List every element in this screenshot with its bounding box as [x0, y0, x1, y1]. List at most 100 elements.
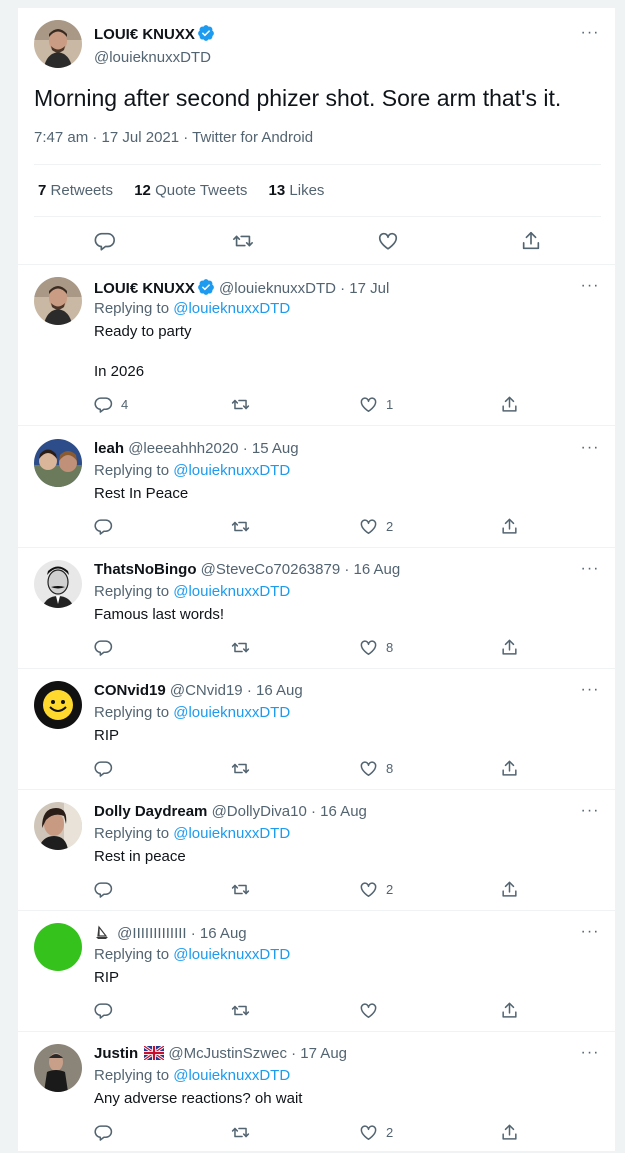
replying-handle-link[interactable]: @louieknuxxDTD — [173, 300, 290, 317]
retweet-button[interactable] — [231, 515, 250, 537]
display-name[interactable]: LOUI€ KNUXX — [94, 280, 195, 297]
like-button[interactable] — [359, 999, 386, 1021]
display-name[interactable]: leah — [94, 440, 124, 457]
handle[interactable]: @IIIIIIIIIIIII — [117, 925, 186, 942]
replying-handle-link[interactable]: @louieknuxxDTD — [173, 462, 290, 479]
retweet-button[interactable] — [231, 393, 250, 415]
handle[interactable]: @DollyDiva10 — [212, 803, 307, 820]
share-button[interactable] — [500, 878, 519, 900]
handle[interactable]: @SteveCo70263879 — [201, 561, 341, 578]
handle[interactable]: @louieknuxxDTD — [94, 49, 215, 66]
handle[interactable]: @leeeahhh2020 — [128, 440, 238, 457]
retweet-button[interactable] — [232, 230, 254, 252]
like-button[interactable]: 2 — [359, 1121, 393, 1143]
avatar[interactable] — [34, 277, 82, 325]
more-icon[interactable]: ··· — [580, 561, 600, 580]
retweet-button[interactable] — [231, 636, 250, 658]
reply-tweet[interactable]: LOUI€ KNUXX @louieknuxxDTD · 17 Jul ··· … — [18, 265, 617, 426]
avatar[interactable] — [34, 20, 82, 68]
reply-button[interactable] — [94, 1121, 121, 1143]
retweets-stat[interactable]: 7 Retweets — [38, 182, 113, 199]
reply-date[interactable]: · 17 Aug — [291, 1045, 347, 1062]
retweet-button[interactable] — [231, 757, 250, 779]
reply-actions: 8 — [18, 757, 617, 779]
more-icon[interactable]: ··· — [580, 278, 600, 297]
reply-button[interactable] — [94, 999, 121, 1021]
quote-tweets-stat[interactable]: 12 Quote Tweets — [134, 182, 247, 199]
reply-tweet[interactable]: Dolly Daydream @DollyDiva10 · 16 Aug ···… — [18, 790, 617, 911]
handle[interactable]: @CNvid19 — [170, 682, 243, 699]
display-name[interactable]: Dolly Daydream — [94, 803, 207, 820]
reply-button[interactable] — [94, 878, 121, 900]
share-button[interactable] — [500, 393, 519, 415]
display-name[interactable]: Justin — [94, 1045, 138, 1062]
reply-tweet[interactable]: Justin @McJustinSzwec · 17 Aug ··· Reply… — [18, 1032, 617, 1153]
replying-label: Replying to — [94, 300, 170, 317]
reply-tweet[interactable]: leah @leeeahhh2020 · 15 Aug ··· Replying… — [18, 427, 617, 548]
reply-date[interactable]: · 16 Aug — [247, 682, 303, 699]
more-icon[interactable]: ··· — [580, 924, 600, 943]
reply-header: leah @leeeahhh2020 · 15 Aug — [94, 440, 299, 457]
reply-date[interactable]: · 16 Aug — [191, 925, 247, 942]
display-name[interactable]: LOUI€ KNUXX — [94, 26, 195, 43]
more-icon[interactable]: ··· — [580, 440, 600, 459]
like-button[interactable]: 2 — [359, 515, 393, 537]
share-icon — [500, 395, 519, 414]
tweet-meta[interactable]: 7:47 am · 17 Jul 2021 · Twitter for Andr… — [34, 129, 313, 146]
like-button[interactable] — [377, 230, 399, 252]
like-button[interactable]: 8 — [359, 757, 393, 779]
retweet-button[interactable] — [231, 1121, 250, 1143]
avatar[interactable] — [34, 560, 82, 608]
more-icon[interactable]: ··· — [580, 682, 600, 701]
more-icon[interactable]: ··· — [580, 803, 600, 822]
reply-date[interactable]: · 16 Aug — [344, 561, 400, 578]
share-button[interactable] — [520, 230, 542, 252]
reply-header: ThatsNoBingo @SteveCo70263879 · 16 Aug — [94, 561, 400, 578]
reply-button[interactable] — [94, 230, 116, 252]
avatar[interactable] — [34, 923, 82, 971]
reply-date[interactable]: · 16 Aug — [311, 803, 367, 820]
like-button[interactable]: 1 — [359, 393, 393, 415]
replying-label: Replying to — [94, 704, 170, 721]
reply-text: Rest in peace — [94, 848, 186, 865]
reply-icon — [94, 1123, 113, 1142]
share-button[interactable] — [500, 636, 519, 658]
more-icon[interactable]: ··· — [580, 1045, 600, 1064]
avatar[interactable] — [34, 1044, 82, 1092]
reply-tweet[interactable]: CONvid19 @CNvid19 · 16 Aug ··· Replying … — [18, 669, 617, 790]
reply-actions: 2 — [18, 1121, 617, 1143]
handle[interactable]: @louieknuxxDTD — [219, 280, 336, 297]
share-button[interactable] — [500, 515, 519, 537]
likes-stat[interactable]: 13 Likes — [269, 182, 325, 199]
reply-button[interactable] — [94, 757, 121, 779]
avatar[interactable] — [34, 802, 82, 850]
reply-date[interactable]: · 15 Aug — [243, 440, 299, 457]
avatar[interactable] — [34, 681, 82, 729]
author-block: LOUI€ KNUXX @louieknuxxDTD — [94, 24, 215, 66]
divider — [34, 164, 601, 165]
like-button[interactable]: 2 — [359, 878, 393, 900]
reply-date[interactable]: · 17 Jul — [340, 280, 389, 297]
replying-handle-link[interactable]: @louieknuxxDTD — [173, 1067, 290, 1084]
share-button[interactable] — [500, 1121, 519, 1143]
display-name[interactable]: ThatsNoBingo — [94, 561, 197, 578]
replying-handle-link[interactable]: @louieknuxxDTD — [173, 946, 290, 963]
avatar[interactable] — [34, 439, 82, 487]
display-name[interactable]: CONvid19 — [94, 682, 166, 699]
retweet-button[interactable] — [231, 878, 250, 900]
share-button[interactable] — [500, 999, 519, 1021]
reply-button[interactable] — [94, 636, 121, 658]
replying-handle-link[interactable]: @louieknuxxDTD — [173, 704, 290, 721]
reply-tweet[interactable]: @IIIIIIIIIIIII · 16 Aug ··· Replying to … — [18, 911, 617, 1032]
replying-handle-link[interactable]: @louieknuxxDTD — [173, 825, 290, 842]
reply-icon — [94, 638, 113, 657]
reply-button[interactable] — [94, 515, 121, 537]
more-icon[interactable]: ··· — [580, 25, 600, 44]
retweet-button[interactable] — [231, 999, 250, 1021]
handle[interactable]: @McJustinSzwec — [168, 1045, 287, 1062]
share-button[interactable] — [500, 757, 519, 779]
reply-tweet[interactable]: ThatsNoBingo @SteveCo70263879 · 16 Aug ·… — [18, 548, 617, 669]
reply-button[interactable]: 4 — [94, 393, 128, 415]
like-button[interactable]: 8 — [359, 636, 393, 658]
replying-handle-link[interactable]: @louieknuxxDTD — [173, 583, 290, 600]
